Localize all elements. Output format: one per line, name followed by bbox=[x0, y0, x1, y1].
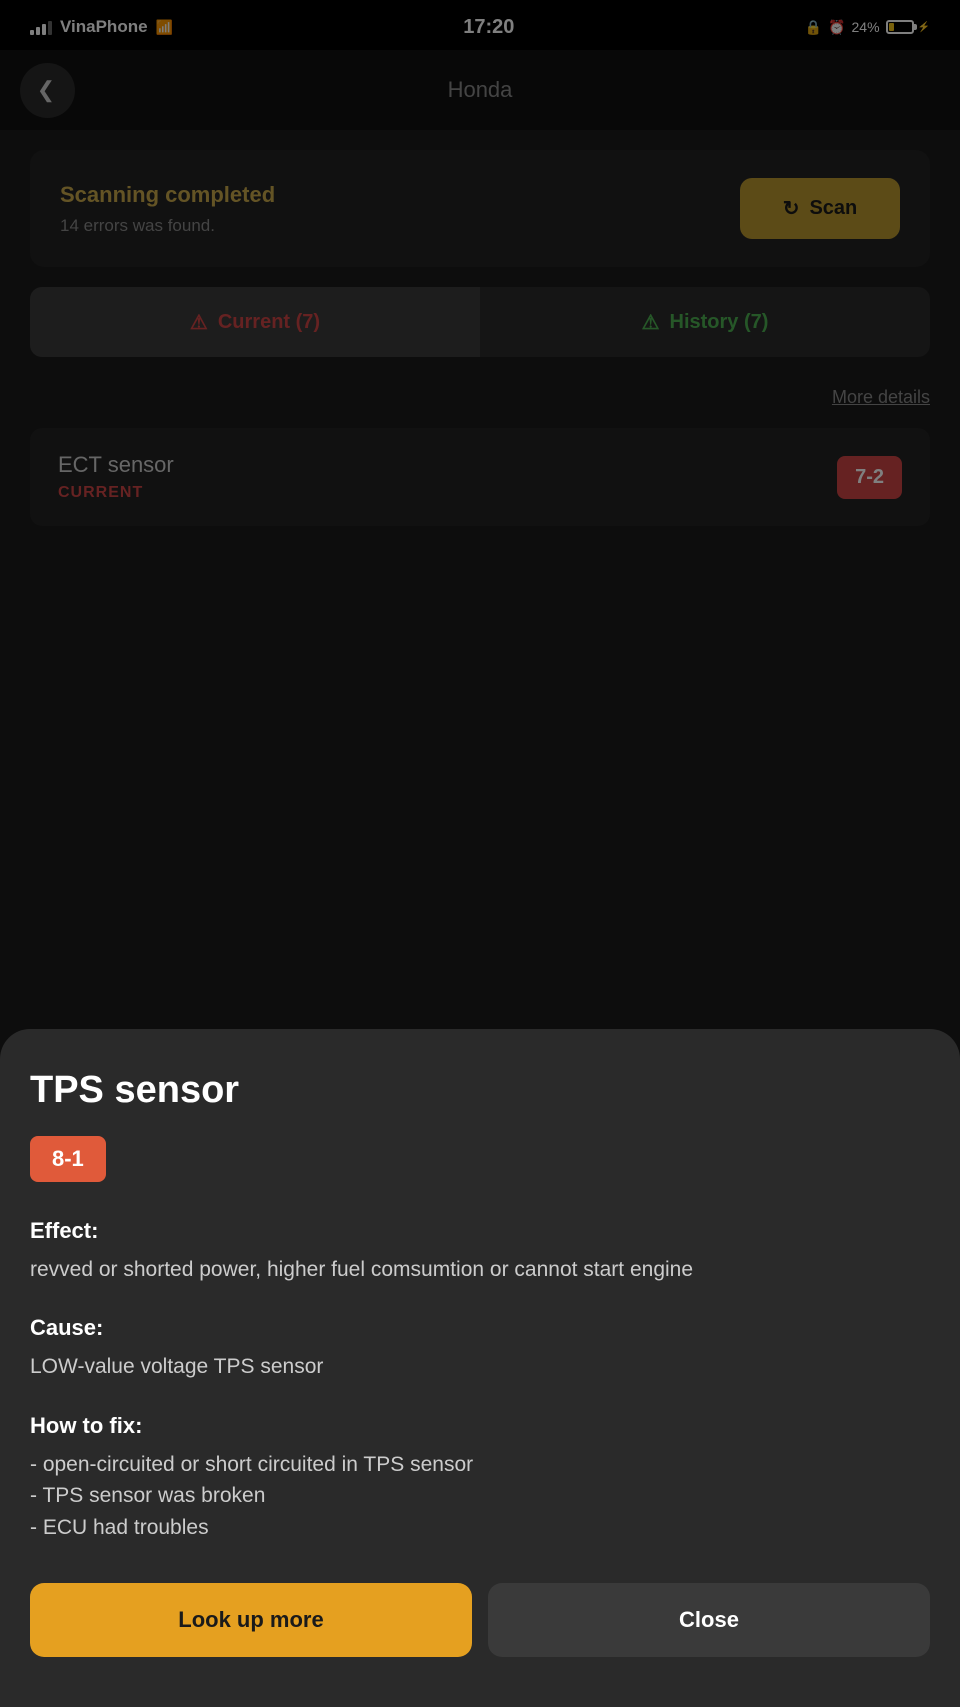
cause-body: LOW-value voltage TPS sensor bbox=[30, 1351, 930, 1383]
how-to-fix-body: - open-circuited or short circuited in T… bbox=[30, 1449, 930, 1544]
sheet-title: TPS sensor bbox=[30, 1069, 930, 1112]
effect-label: Effect: bbox=[30, 1218, 930, 1244]
close-button[interactable]: Close bbox=[488, 1583, 930, 1657]
sheet-code-badge: 8-1 bbox=[30, 1136, 106, 1182]
cause-section: Cause: LOW-value voltage TPS sensor bbox=[30, 1315, 930, 1383]
bottom-sheet: TPS sensor 8-1 Effect: revved or shorted… bbox=[0, 1029, 960, 1707]
effect-body: revved or shorted power, higher fuel com… bbox=[30, 1254, 930, 1286]
effect-section: Effect: revved or shorted power, higher … bbox=[30, 1218, 930, 1286]
lookup-button[interactable]: Look up more bbox=[30, 1583, 472, 1657]
cause-label: Cause: bbox=[30, 1315, 930, 1341]
sheet-buttons: Look up more Close bbox=[30, 1583, 930, 1657]
how-to-fix-label: How to fix: bbox=[30, 1413, 930, 1439]
how-to-fix-section: How to fix: - open-circuited or short ci… bbox=[30, 1413, 930, 1544]
